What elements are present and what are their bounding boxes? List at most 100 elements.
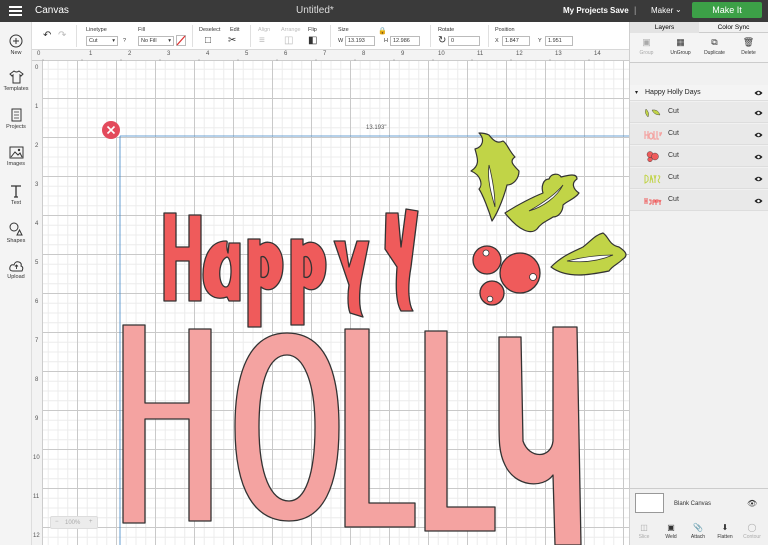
position-y-label: Y [538, 38, 542, 44]
design-canvas[interactable]: 13.193" − 100% + [43, 61, 629, 545]
nav-shapes[interactable]: Shapes [0, 222, 32, 244]
rotate-input[interactable]: 0 [448, 36, 480, 46]
align-label: Align [258, 27, 271, 33]
eye-icon[interactable] [754, 198, 763, 204]
ruler-tick-label: 2 [128, 51, 132, 57]
ruler-tick-label: 10 [33, 455, 40, 461]
hide-eye-icon[interactable]: 👁 [747, 499, 757, 508]
eye-icon[interactable] [754, 176, 763, 182]
position-x-input[interactable]: 1.847 [502, 36, 530, 46]
plus-circle-icon [9, 34, 23, 48]
nav-images[interactable]: Images [0, 146, 32, 167]
ruler-tick-label: 14 [594, 51, 601, 57]
group-button[interactable]: ▣ Group [630, 37, 663, 56]
flatten-button[interactable]: ⬇ Flatten [712, 523, 738, 540]
layer-row[interactable]: Cut [630, 102, 768, 123]
size-height-value: 12.986 [393, 38, 410, 44]
machine-select[interactable]: Maker [651, 6, 673, 15]
eye-icon[interactable] [754, 110, 763, 116]
days-text-thumbnail-icon [644, 174, 661, 184]
ruler-tick-label: 4 [206, 51, 210, 57]
leaf-thumbnail-icon [645, 108, 661, 118]
blank-canvas-label: Blank Canvas [674, 501, 712, 507]
linetype-value: Cut [89, 38, 98, 44]
slice-button[interactable]: ◫ Slice [631, 523, 657, 540]
layer-group-row[interactable]: ▾ Happy Holly Days [630, 85, 768, 101]
linetype-select[interactable]: Cut ▾ [86, 36, 118, 46]
flip-icon[interactable]: ◧ [308, 35, 317, 46]
zoom-in-icon[interactable]: + [89, 519, 93, 525]
my-projects-link[interactable]: My Projects [563, 6, 608, 15]
deselect-icon[interactable]: □ [205, 35, 211, 46]
menu-icon[interactable] [9, 6, 22, 16]
layer-row[interactable]: Cut [630, 124, 768, 145]
make-it-button[interactable]: Make It [692, 2, 762, 18]
layer-label: Cut [668, 130, 679, 137]
scissors-icon[interactable]: ✂ [228, 35, 236, 46]
ruler-tick-label: 5 [35, 260, 39, 266]
size-width-input[interactable]: 13.193 [345, 36, 375, 46]
attach-label: Attach [690, 534, 706, 540]
size-height-input[interactable]: 12.986 [390, 36, 420, 46]
nav-upload-label: Upload [7, 274, 25, 280]
deselect-label: Deselect [199, 27, 221, 33]
nav-templates[interactable]: Templates [0, 70, 32, 92]
layer-row[interactable]: Cut [630, 146, 768, 167]
attach-icon: 📎 [693, 523, 703, 532]
zoom-control[interactable]: − 100% + [50, 516, 98, 529]
caret-down-icon[interactable]: ▾ [635, 89, 638, 96]
zoom-out-icon[interactable]: − [55, 519, 59, 525]
topbar-separator: | [634, 5, 637, 15]
no-fill-swatch-icon[interactable] [176, 35, 186, 46]
blank-canvas-swatch[interactable] [635, 493, 664, 513]
duplicate-icon: ⧉ [711, 37, 718, 47]
flatten-label: Flatten [717, 534, 733, 540]
lock-icon[interactable]: 🔒 [378, 26, 387, 37]
ruler-tick-label: 11 [33, 494, 40, 500]
contour-button[interactable]: ◯ Contour [739, 523, 765, 540]
save-link[interactable]: Save [610, 6, 629, 15]
ungroup-label: UnGroup [670, 50, 691, 56]
toolbar-divider [488, 25, 489, 47]
toolbar-divider [192, 25, 193, 47]
eye-icon[interactable] [754, 132, 763, 138]
nav-new-label: New [10, 50, 22, 56]
duplicate-button[interactable]: ⧉ Duplicate [698, 37, 731, 56]
rotate-icon: ↻ [438, 35, 447, 46]
undo-icon[interactable]: ↶ [43, 30, 51, 41]
tab-layers[interactable]: Layers [630, 22, 699, 33]
position-y-input[interactable]: 1.951 [545, 36, 573, 46]
linetype-help-icon[interactable]: ? [123, 38, 126, 44]
align-icon[interactable]: ≡ [259, 35, 265, 46]
edit-label: Edit [230, 27, 240, 33]
delete-button[interactable]: 🗑 Delete [732, 37, 765, 56]
nav-upload[interactable]: Upload [0, 260, 32, 280]
design-artwork[interactable] [43, 61, 629, 545]
layer-row[interactable]: Cut [630, 168, 768, 189]
slice-icon: ◫ [640, 523, 648, 532]
size-width-value: 13.193 [348, 38, 365, 44]
width-dimension-readout: 13.193" [366, 125, 387, 131]
ruler-tick-label: 0 [35, 65, 39, 71]
toolbar-divider [250, 25, 251, 47]
layer-row[interactable]: Cut [630, 190, 768, 211]
fill-select[interactable]: No Fill ▾ [138, 36, 174, 46]
ungroup-button[interactable]: ▦ UnGroup [664, 37, 697, 56]
eye-icon[interactable] [754, 90, 763, 96]
eye-icon[interactable] [754, 154, 763, 160]
panel-footer: Blank Canvas 👁 ◫ Slice ▣ Weld 📎 Attach ⬇ Fla… [630, 488, 768, 545]
toolbar-divider [76, 25, 77, 47]
redo-icon[interactable]: ↷ [58, 30, 66, 41]
ruler-tick-label: 10 [438, 51, 445, 57]
nav-projects[interactable]: Projects [0, 108, 32, 130]
tab-color-sync[interactable]: Color Sync [699, 24, 768, 31]
nav-text[interactable]: Text [0, 184, 32, 206]
arrange-icon[interactable]: ◫ [284, 35, 293, 46]
chevron-down-icon[interactable]: ⌄ [675, 5, 682, 14]
ruler-tick-label: 7 [323, 51, 327, 57]
flatten-icon: ⬇ [721, 523, 729, 532]
upload-cloud-icon [8, 261, 23, 272]
attach-button[interactable]: 📎 Attach [685, 523, 711, 540]
weld-button[interactable]: ▣ Weld [658, 523, 684, 540]
nav-new[interactable]: New [0, 34, 32, 56]
